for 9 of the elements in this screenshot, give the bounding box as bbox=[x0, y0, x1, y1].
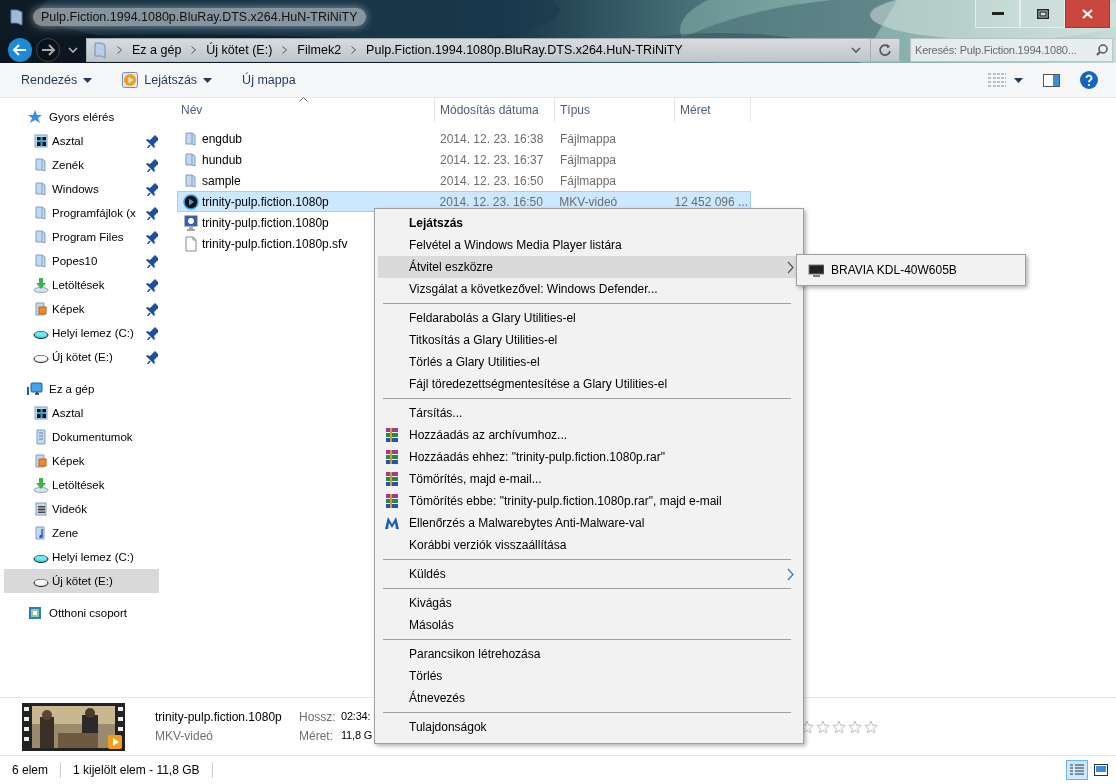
field-label: Méret: bbox=[299, 729, 333, 743]
file-type: MKV-videó bbox=[155, 729, 215, 743]
file-name: trinity-pulp.fiction.1080p bbox=[155, 710, 283, 724]
field-value: 11,8 G bbox=[341, 729, 372, 743]
status-text: 6 elem bbox=[12, 763, 49, 777]
field-label: Hossz: bbox=[299, 710, 336, 724]
window-title: Pulp.Fiction.1994.1080p.BluRay.DTS.x264.HuN-TRiNiTY bbox=[33, 8, 366, 26]
field-value: 02:34: bbox=[341, 710, 371, 724]
status-text: 1 kijelölt elem - 11,8 GB bbox=[73, 763, 200, 777]
